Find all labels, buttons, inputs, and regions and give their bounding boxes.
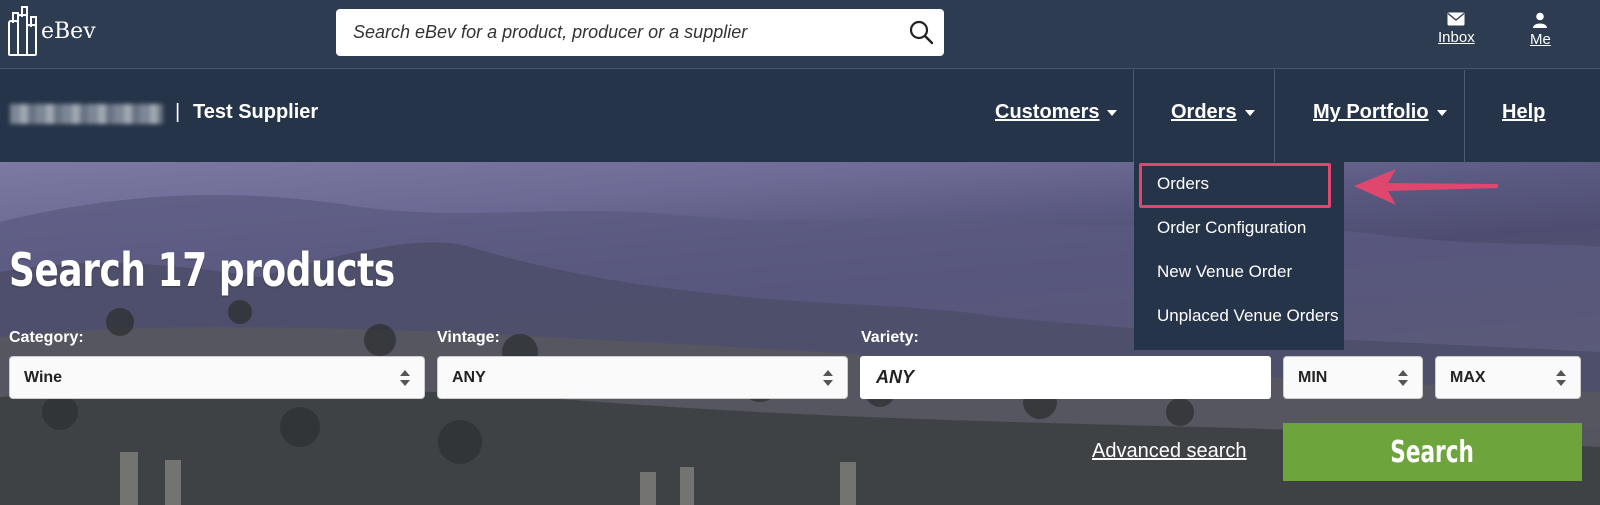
caret-down-icon	[1244, 109, 1255, 116]
logo-text: eBev	[41, 18, 96, 44]
dropdown-item-new-venue-order[interactable]: New Venue Order	[1157, 262, 1292, 282]
vintage-select[interactable]: ANY	[437, 356, 848, 399]
dropdown-item-order-configuration[interactable]: Order Configuration	[1157, 218, 1306, 238]
envelope-icon	[1447, 12, 1465, 26]
supplier-name: Test Supplier	[193, 101, 319, 123]
bottles-logo-icon	[8, 6, 37, 56]
nav-help-label: Help	[1502, 101, 1546, 123]
me-link[interactable]: Me	[1530, 12, 1551, 48]
blurred-user-name	[10, 104, 163, 124]
caret-down-icon	[1436, 109, 1447, 116]
advanced-search-link[interactable]: Advanced search	[1092, 440, 1247, 463]
search-icon[interactable]	[908, 19, 934, 45]
min-select[interactable]: MIN	[1283, 356, 1423, 399]
annotation-arrow-icon	[1354, 169, 1498, 205]
category-select[interactable]: Wine	[9, 356, 425, 399]
hero-title: Search 17 products	[9, 243, 395, 297]
nav-my-portfolio[interactable]: My Portfolio	[1313, 101, 1447, 124]
category-label: Category:	[9, 329, 84, 346]
nav-divider	[1274, 70, 1275, 162]
select-arrows-icon	[1556, 370, 1566, 386]
global-search	[336, 9, 944, 56]
vintage-label: Vintage:	[437, 329, 500, 346]
nav-divider	[1133, 70, 1134, 162]
nav-orders[interactable]: Orders	[1171, 101, 1255, 124]
vintage-value: ANY	[452, 368, 486, 386]
global-search-input[interactable]	[353, 22, 893, 43]
caret-down-icon	[1107, 109, 1118, 116]
nav-customers-label: Customers	[995, 101, 1100, 123]
max-select[interactable]: MAX	[1435, 356, 1581, 399]
ebev-logo[interactable]: eBev	[8, 6, 96, 56]
nav-help[interactable]: Help	[1502, 101, 1545, 124]
nav-customers[interactable]: Customers	[995, 101, 1118, 124]
select-arrows-icon	[823, 370, 833, 386]
variety-value: ANY	[876, 367, 915, 387]
name-separator: |	[175, 101, 181, 123]
search-button[interactable]: Search	[1283, 423, 1582, 481]
dropdown-item-unplaced-venue-orders[interactable]: Unplaced Venue Orders	[1157, 306, 1338, 326]
me-label: Me	[1530, 31, 1551, 48]
user-icon	[1533, 12, 1548, 28]
category-value: Wine	[24, 368, 63, 386]
max-value: MAX	[1450, 368, 1486, 386]
top-bar: eBev Inbox Me	[0, 0, 1600, 69]
nav-orders-label: Orders	[1171, 101, 1237, 123]
search-button-label: Search	[1390, 434, 1475, 470]
nav-my-portfolio-label: My Portfolio	[1313, 101, 1429, 123]
highlight-box	[1139, 163, 1331, 208]
inbox-label: Inbox	[1438, 29, 1475, 46]
inbox-link[interactable]: Inbox	[1438, 12, 1475, 46]
variety-label: Variety:	[861, 329, 919, 346]
select-arrows-icon	[1398, 370, 1408, 386]
nav-divider	[1464, 70, 1465, 162]
min-value: MIN	[1298, 368, 1328, 386]
variety-input[interactable]: ANY	[860, 356, 1271, 399]
select-arrows-icon	[400, 370, 410, 386]
